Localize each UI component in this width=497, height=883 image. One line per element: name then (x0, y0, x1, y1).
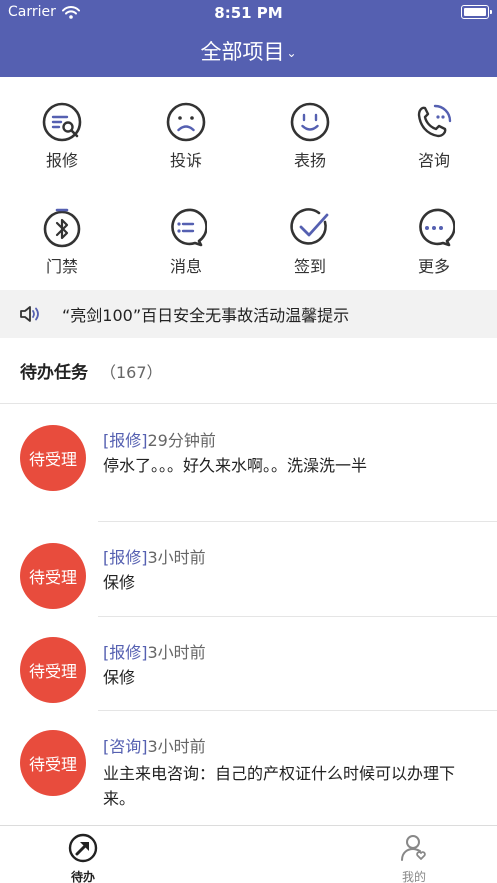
task-meta: [咨询]3小时前 (103, 733, 206, 757)
grid-label: 门禁 (45, 257, 78, 276)
tab-todo[interactable]: 待办 (33, 826, 133, 883)
notice-bar[interactable]: “亮剑100”百日安全无事故活动温馨提示 (0, 290, 497, 338)
task-item[interactable]: 待受理 [报修]3小时前 保修 (0, 617, 497, 711)
tab-label: 待办 (70, 870, 95, 883)
status-badge: 待受理 (20, 425, 86, 491)
status-bar: Carrier 8:51 PM (0, 0, 497, 24)
status-badge: 待受理 (20, 637, 86, 703)
grid-item-praise[interactable]: 表扬 (248, 77, 372, 183)
task-content: 业主来电咨询：自己的产权证什么时候可以办理下来。 (103, 764, 456, 808)
app-header: Carrier 8:51 PM 全部项目 ⌄ (0, 0, 497, 77)
status-badge: 待受理 (20, 730, 86, 796)
task-content: 保修 (103, 573, 136, 592)
consult-icon (417, 104, 452, 138)
grid-item-repair[interactable]: 报修 (0, 77, 124, 183)
project-selector[interactable]: 全部项目 ⌄ (0, 36, 497, 66)
task-meta: [报修]3小时前 (103, 544, 206, 568)
task-item[interactable]: 待受理 [报修]3小时前 保修 (0, 522, 497, 617)
task-item[interactable]: 待受理 [报修]29分钟前 停水了。。。好久来水啊。。洗澡洗一半 (0, 405, 497, 522)
complaint-icon (166, 102, 206, 142)
task-category: [咨询] (103, 737, 148, 756)
tab-profile[interactable]: 我的 (364, 826, 464, 883)
praise-icon (290, 102, 330, 142)
tasks-count: （167） (100, 362, 163, 382)
grid-item-complaint[interactable]: 投诉 (124, 77, 248, 183)
grid-item-more[interactable]: 更多 (372, 183, 496, 289)
grid-label: 报修 (45, 151, 78, 170)
grid-item-consult[interactable]: 咨询 (372, 77, 496, 183)
grid-label: 咨询 (417, 151, 450, 170)
status-badge: 待受理 (20, 543, 86, 609)
task-content: 保修 (103, 668, 136, 687)
grid-label: 更多 (417, 257, 450, 276)
repair-icon (42, 102, 82, 142)
task-time: 29分钟前 (147, 431, 216, 450)
task-time: 3小时前 (147, 643, 206, 662)
task-meta: [报修]29分钟前 (103, 427, 216, 451)
function-grid: 报修 投诉 表扬 咨询 门禁 消息 签到 更多 (0, 77, 497, 290)
notice-text: “亮剑100”百日安全无事故活动温馨提示 (62, 306, 350, 325)
todo-icon (68, 833, 98, 863)
speaker-icon (20, 306, 39, 322)
checkin-icon (290, 208, 329, 245)
grid-label: 表扬 (293, 151, 326, 170)
task-meta: [报修]3小时前 (103, 639, 206, 663)
grid-item-message[interactable]: 消息 (124, 183, 248, 289)
access-icon (43, 208, 81, 248)
task-item[interactable]: 待受理 [咨询]3小时前 业主来电咨询：自己的产权证什么时候可以办理下来。 (0, 711, 497, 824)
task-category: [报修] (103, 431, 148, 450)
task-category: [报修] (103, 643, 148, 662)
grid-label: 投诉 (169, 151, 202, 170)
tab-label: 我的 (401, 870, 426, 883)
more-icon (419, 208, 455, 247)
tasks-title: 待办任务 (20, 363, 88, 383)
grid-label: 签到 (293, 257, 326, 276)
grid-label: 消息 (169, 257, 202, 276)
task-time: 3小时前 (147, 548, 206, 567)
grid-item-access[interactable]: 门禁 (0, 183, 124, 289)
message-icon (171, 208, 207, 247)
battery-icon (461, 5, 492, 19)
status-time: 8:51 PM (214, 4, 283, 22)
tab-bar: 待办 我的 (0, 825, 497, 883)
chevron-down-icon: ⌄ (286, 46, 297, 60)
task-content: 停水了。。。好久来水啊。。洗澡洗一半 (103, 456, 368, 475)
page-title: 全部项目 (200, 40, 285, 64)
grid-item-checkin[interactable]: 签到 (248, 183, 372, 289)
tasks-header: 待办任务 （167） (0, 338, 497, 404)
profile-icon (401, 835, 426, 861)
task-time: 3小时前 (147, 737, 206, 756)
task-category: [报修] (103, 548, 148, 567)
